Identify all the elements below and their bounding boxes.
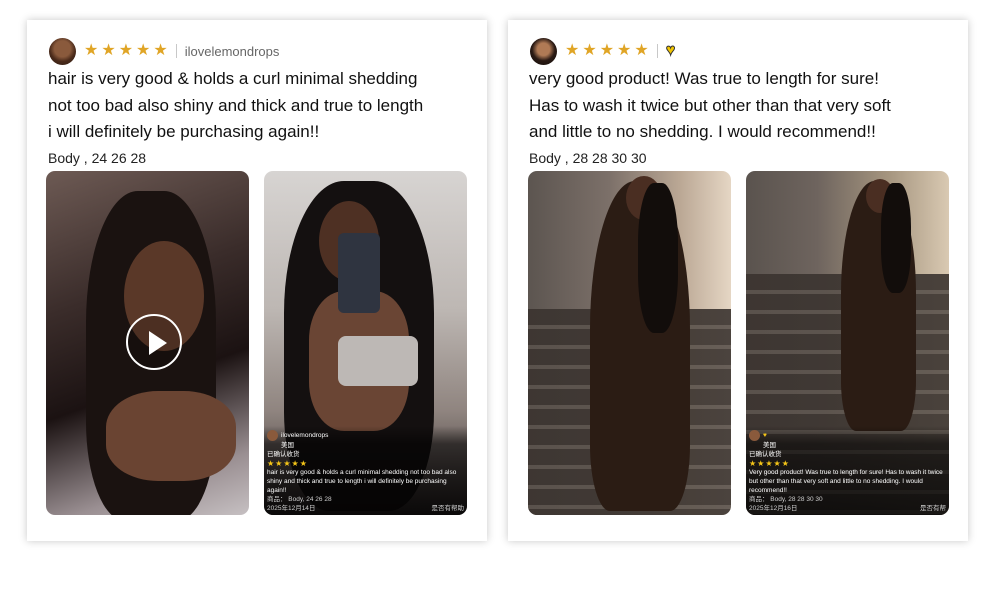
product-variant: Body , 28 28 30 30 bbox=[529, 150, 647, 166]
overlay-product: 商品： Body, 28 28 30 30 bbox=[749, 496, 823, 503]
product-variant: Body , 24 26 28 bbox=[48, 150, 147, 166]
review-text-line: Has to wash it twice but other than that… bbox=[529, 95, 891, 115]
review-card: ★ ★ ★ ★ ★ ♥ very good product! Was true … bbox=[508, 20, 968, 541]
overlay-date: 2025年12月14日 bbox=[267, 505, 316, 512]
hair-shape bbox=[638, 183, 678, 333]
star-rating: ★ ★ ★ ★ ★ bbox=[565, 43, 649, 59]
review-photo[interactable] bbox=[528, 171, 731, 515]
star-icon: ★ bbox=[153, 42, 168, 59]
body-shape bbox=[106, 391, 236, 481]
overlay-text: hair is very good & holds a curl minimal… bbox=[267, 469, 457, 494]
review-header: ★ ★ ★ ★ ★ ♥ bbox=[530, 37, 676, 65]
star-rating: ★ ★ ★ ★ ★ bbox=[84, 43, 168, 59]
star-icon: ★ bbox=[118, 42, 134, 59]
review-text: hair is very good & holds a curl minimal… bbox=[48, 66, 468, 146]
star-icon: ★ bbox=[634, 42, 649, 59]
review-header: ★ ★ ★ ★ ★ ilovelemondrops bbox=[49, 37, 279, 65]
heart-icon: ♥ bbox=[665, 42, 676, 59]
review-screenshot-image[interactable]: ilovelemondrops 美国 已确认收货 ★★★★★ hair is v… bbox=[264, 171, 467, 515]
review-text-line: not too bad also shiny and thick and tru… bbox=[48, 95, 424, 115]
star-icon: ★ bbox=[582, 42, 597, 59]
hair-shape bbox=[881, 183, 911, 293]
star-icon: ★ bbox=[136, 42, 151, 59]
star-icon: ★ bbox=[599, 42, 615, 59]
review-screenshot-image[interactable]: ♥ 美国 已确认收货 ★★★★★ Very good product! Was … bbox=[746, 171, 949, 515]
top-shape bbox=[338, 336, 418, 386]
review-overlay: ilovelemondrops 美国 已确认收货 ★★★★★ hair is v… bbox=[264, 426, 467, 515]
avatar bbox=[49, 37, 76, 65]
avatar bbox=[267, 430, 278, 441]
star-icon: ★ bbox=[617, 42, 632, 59]
reviewer-username: ilovelemondrops bbox=[184, 43, 280, 59]
review-card: ★ ★ ★ ★ ★ ilovelemondrops hair is very g… bbox=[27, 20, 487, 541]
overlay-helpful[interactable]: 是否有帮助 bbox=[432, 504, 465, 513]
overlay-text: Very good product! Was true to length fo… bbox=[749, 469, 943, 494]
review-video-thumbnail[interactable] bbox=[46, 171, 249, 515]
divider bbox=[175, 44, 177, 58]
overlay-date: 2025年12月16日 bbox=[749, 505, 798, 512]
overlay-country: 美国 bbox=[763, 442, 776, 449]
overlay-username: ilovelemondrops bbox=[281, 432, 329, 439]
star-icon: ★ bbox=[565, 42, 580, 59]
overlay-verified: 已确认收货 bbox=[749, 451, 782, 458]
overlay-country: 美国 bbox=[281, 442, 294, 449]
review-text: very good product! Was true to length fo… bbox=[529, 66, 949, 146]
overlay-product: 商品： Body, 24 26 28 bbox=[267, 496, 332, 503]
review-text-line: i will definitely be purchasing again!! bbox=[48, 122, 320, 141]
overlay-verified: 已确认收货 bbox=[267, 451, 300, 458]
play-icon[interactable] bbox=[126, 314, 182, 370]
review-text-line: hair is very good & holds a curl minimal… bbox=[48, 69, 418, 88]
heart-icon: ♥ bbox=[763, 432, 767, 439]
divider bbox=[656, 44, 658, 58]
overlay-stars: ★★★★★ bbox=[749, 459, 790, 468]
overlay-stars: ★★★★★ bbox=[267, 459, 308, 468]
avatar bbox=[749, 430, 760, 441]
review-text-line: and little to no shedding. I would recom… bbox=[529, 122, 876, 141]
star-icon: ★ bbox=[101, 42, 116, 59]
review-overlay: ♥ 美国 已确认收货 ★★★★★ Very good product! Was … bbox=[746, 426, 949, 515]
avatar bbox=[530, 37, 557, 65]
star-icon: ★ bbox=[84, 42, 99, 59]
overlay-helpful[interactable]: 是否有帮 bbox=[920, 504, 946, 513]
review-text-line: very good product! Was true to length fo… bbox=[529, 69, 879, 88]
phone-shape bbox=[338, 233, 380, 313]
